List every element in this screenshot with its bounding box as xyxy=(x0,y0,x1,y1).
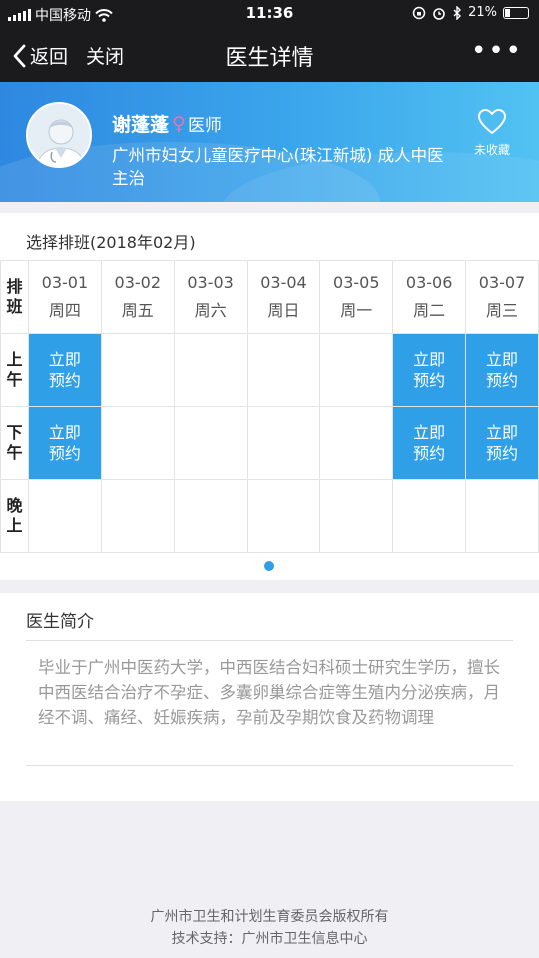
chevron-left-icon xyxy=(13,44,26,67)
empty-slot xyxy=(319,479,394,553)
close-button[interactable]: 关闭 xyxy=(86,42,124,69)
date-header: 03-01 周四 xyxy=(28,260,102,334)
date-header: 03-04 周日 xyxy=(246,260,321,334)
page-indicator-dot[interactable] xyxy=(264,561,274,571)
doctor-name: 谢蓬蓬 xyxy=(112,114,170,136)
schedule-row-evening: 晚上 xyxy=(0,479,539,553)
schedule-row-morning: 上午 立即预约 立即预约 立即预约 xyxy=(0,333,539,407)
date-header: 03-03 周六 xyxy=(173,260,248,334)
schedule-card: 选择排班(2018年02月) 排班 03-01 周四 03-02 周五 03-03 周… xyxy=(0,213,539,580)
book-now-button[interactable]: 立即预约 xyxy=(465,406,539,480)
divider xyxy=(26,640,513,641)
status-right: 21% xyxy=(412,5,529,20)
book-now-button[interactable]: 立即预约 xyxy=(392,406,467,480)
page-title: 医生详情 xyxy=(225,46,314,71)
back-button[interactable]: 返回 xyxy=(12,42,68,69)
row-label: 上午 xyxy=(0,333,29,407)
bluetooth-icon xyxy=(453,5,462,20)
schedule-header-row: 排班 03-01 周四 03-02 周五 03-03 周六 03-04 周日 03-05… xyxy=(0,260,539,334)
favorite-label: 未收藏 xyxy=(473,143,510,157)
heart-icon xyxy=(478,109,506,134)
empty-slot xyxy=(173,406,248,480)
empty-slot xyxy=(246,479,321,553)
schedule-title: 选择排班(2018年02月) xyxy=(26,233,196,252)
empty-slot xyxy=(28,479,102,553)
tech-support-text: 技术支持：广州市卫生信息中心 xyxy=(171,931,368,947)
empty-slot xyxy=(173,333,248,407)
empty-slot xyxy=(100,479,175,553)
schedule-row-afternoon: 下午 立即预约 立即预约 立即预约 xyxy=(0,406,539,480)
empty-slot xyxy=(100,333,175,407)
date-header: 03-07 周三 xyxy=(465,260,539,334)
status-bar: 中国移动 11:36 21% xyxy=(0,0,539,28)
back-label: 返回 xyxy=(30,46,69,68)
date-header: 03-05 周一 xyxy=(319,260,394,334)
copyright-text: 广州市卫生和计划生育委员会版权所有 xyxy=(150,909,389,925)
book-now-button[interactable]: 立即预约 xyxy=(28,333,102,407)
more-button[interactable]: ••• xyxy=(471,36,523,66)
lock-rotation-icon xyxy=(412,6,426,19)
empty-slot xyxy=(246,406,321,480)
doctor-intro-section: 医生简介 毕业于广州中医药大学，中西医结合妇科硕士研究生学历，擅长中西医结合治疗… xyxy=(0,593,539,801)
divider xyxy=(26,765,513,766)
intro-title: 医生简介 xyxy=(26,612,94,632)
battery-icon xyxy=(503,6,529,19)
intro-text: 毕业于广州中医药大学，中西医结合妇科硕士研究生学历，擅长中西医结合治疗不孕症、多… xyxy=(38,658,500,727)
female-icon: ♀ xyxy=(172,112,186,135)
empty-slot xyxy=(319,406,394,480)
empty-slot xyxy=(100,406,175,480)
doctor-hospital: 广州市妇女儿童医疗中心(珠江新城) 成人中医主治 xyxy=(112,146,444,188)
row-label: 下午 xyxy=(0,406,29,480)
footer: 广州市卫生和计划生育委员会版权所有 技术支持：广州市卫生信息中心 xyxy=(0,906,539,950)
alarm-icon xyxy=(433,7,445,20)
empty-slot xyxy=(392,479,467,553)
nav-bar: 返回 关闭 医生详情 ••• xyxy=(0,28,539,82)
favorite-button[interactable]: 未收藏 xyxy=(470,108,514,158)
schedule-corner-label: 排班 xyxy=(0,260,29,334)
empty-slot xyxy=(173,479,248,553)
book-now-button[interactable]: 立即预约 xyxy=(465,333,539,407)
book-now-button[interactable]: 立即预约 xyxy=(28,406,102,480)
doctor-title: 医师 xyxy=(187,116,222,136)
empty-slot xyxy=(319,333,394,407)
empty-slot xyxy=(246,333,321,407)
battery-percent: 21% xyxy=(468,5,497,20)
empty-slot xyxy=(465,479,539,553)
date-header: 03-06 周二 xyxy=(392,260,467,334)
doctor-header: 谢蓬蓬 ♀ 医师 广州市妇女儿童医疗中心(珠江新城) 成人中医主治 未收藏 xyxy=(0,82,539,202)
book-now-button[interactable]: 立即预约 xyxy=(392,333,467,407)
date-header: 03-02 周五 xyxy=(100,260,175,334)
schedule-grid: 排班 03-01 周四 03-02 周五 03-03 周六 03-04 周日 03-05… xyxy=(0,260,539,553)
doctor-name-row: 谢蓬蓬 ♀ 医师 xyxy=(112,110,222,137)
row-label: 晚上 xyxy=(0,479,29,553)
doctor-avatar xyxy=(26,102,92,168)
